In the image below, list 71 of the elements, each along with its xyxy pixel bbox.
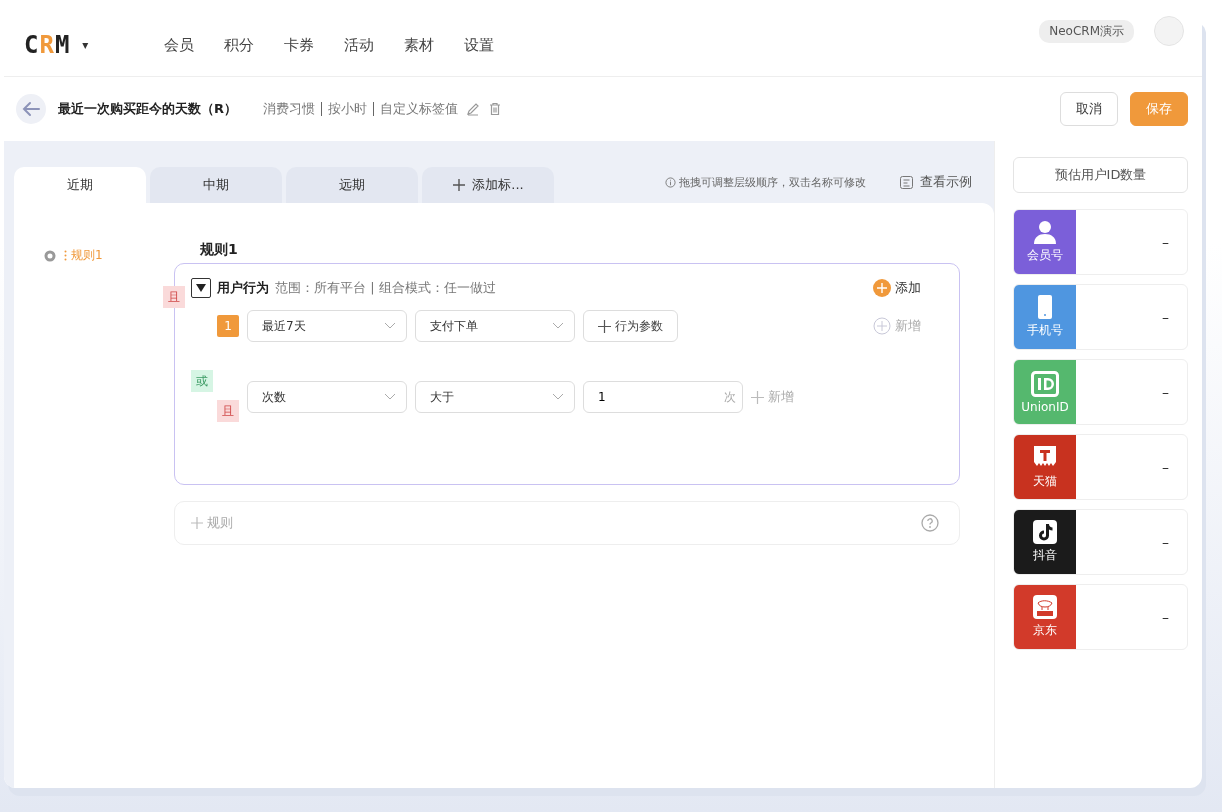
nav-item[interactable]: 设置: [464, 35, 494, 55]
plus-circle-icon: [873, 317, 891, 335]
plus-icon: [452, 178, 467, 192]
nav-item[interactable]: 卡券: [284, 35, 314, 55]
estimate-title: 预估用户ID数量: [1013, 157, 1188, 193]
drag-handle-icon[interactable]: [64, 250, 67, 261]
plus-icon: [191, 517, 203, 529]
logic-tag[interactable]: 且: [217, 400, 239, 422]
dropdown[interactable]: 大于: [415, 381, 575, 413]
channel-count: –: [1162, 459, 1169, 475]
channel-label: 会员号: [1027, 247, 1063, 264]
tab[interactable]: 远期: [286, 167, 418, 203]
view-example-link[interactable]: 查看示例: [899, 173, 972, 191]
rule-title: 规则1: [200, 241, 239, 259]
document-icon: [899, 174, 914, 190]
channel-label: 天猫: [1033, 473, 1057, 490]
tag-meta: 自定义标签值: [380, 100, 458, 118]
tab[interactable]: 近期: [14, 167, 146, 203]
cancel-button[interactable]: 取消: [1060, 92, 1118, 126]
event-index: 1: [217, 315, 239, 337]
nav-item[interactable]: 活动: [344, 35, 374, 55]
crm-logo[interactable]: CRM: [24, 31, 71, 59]
tag-meta: 消费习惯: [263, 100, 315, 118]
plus-icon: [598, 319, 611, 333]
logic-tag[interactable]: 且: [163, 286, 185, 308]
nav-item[interactable]: 会员: [164, 35, 194, 55]
channel-count: –: [1162, 534, 1169, 550]
channel-count: –: [1162, 384, 1169, 400]
channel-count: –: [1162, 309, 1169, 325]
account-badge[interactable]: NeoCRM演示: [1039, 19, 1134, 43]
back-arrow-icon: [21, 101, 41, 117]
info-icon: [665, 176, 676, 188]
dropdown[interactable]: 支付下单: [415, 310, 575, 342]
hint-text: 拖拽可调整层级顺序，双击名称可修改: [679, 174, 866, 190]
channel-label: 京东: [1033, 622, 1057, 639]
triangle-down-icon: [196, 284, 206, 292]
channel-count: –: [1162, 609, 1169, 625]
caret-icon[interactable]: ▾: [82, 38, 89, 52]
behavior-scope: 范围：所有平台 | 组合模式：任一做过: [275, 279, 496, 297]
back-button[interactable]: [16, 94, 46, 124]
dropdown[interactable]: 次数: [247, 381, 407, 413]
tab[interactable]: 中期: [150, 167, 282, 203]
delete-icon[interactable]: [488, 102, 502, 116]
phone-icon: [1038, 295, 1052, 319]
count-input[interactable]: 1 次: [583, 381, 743, 413]
plus-icon: [751, 390, 764, 404]
help-icon[interactable]: [921, 514, 939, 532]
add-tab[interactable]: 添加标...: [422, 167, 554, 203]
chevron-down-icon: [384, 322, 396, 330]
node-icon: [44, 249, 56, 262]
dropdown[interactable]: 最近7天: [247, 310, 407, 342]
nav-item[interactable]: 积分: [224, 35, 254, 55]
edit-icon[interactable]: [466, 102, 480, 116]
tag-meta: 按小时: [328, 100, 367, 118]
channel-label: UnionID: [1021, 399, 1069, 414]
behavior-param-button[interactable]: 行为参数: [583, 310, 678, 342]
music-note-icon: [1033, 520, 1057, 544]
nav-item[interactable]: 素材: [404, 35, 434, 55]
id-card-icon: [1031, 370, 1059, 397]
person-icon: [1033, 220, 1057, 244]
collapse-button[interactable]: [191, 278, 211, 298]
chevron-down-icon: [552, 322, 564, 330]
plus-circle-icon: [873, 279, 891, 297]
page-title: 最近一次购买距今的天数（R）: [58, 100, 237, 118]
channel-label: 手机号: [1027, 322, 1063, 339]
channel-label: 抖音: [1033, 547, 1057, 564]
add-link[interactable]: 添加: [873, 279, 921, 297]
channel-count: –: [1162, 234, 1169, 250]
behavior-title: 用户行为: [217, 279, 269, 297]
chevron-down-icon: [552, 393, 564, 401]
chevron-down-icon: [384, 393, 396, 401]
